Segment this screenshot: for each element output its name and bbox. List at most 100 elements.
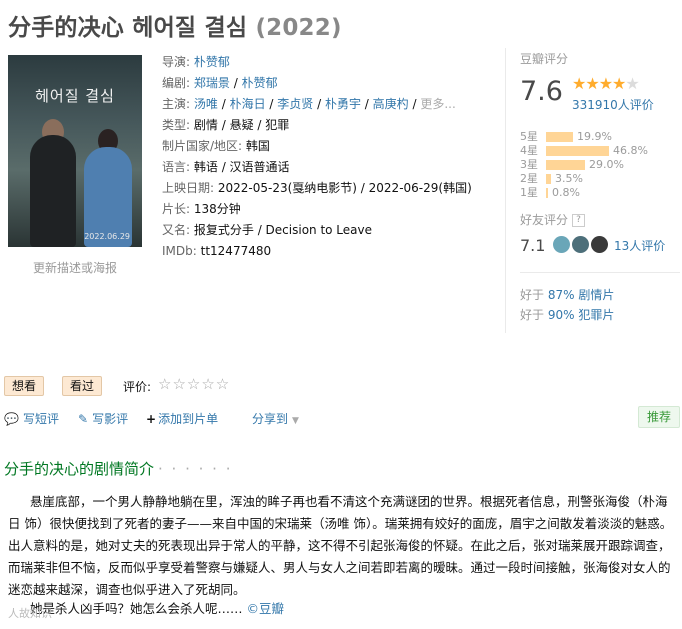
cast-link[interactable]: 汤唯: [194, 97, 218, 111]
summary-title: 分手的决心的剧情简介: [4, 460, 155, 478]
rating-bar-row: 3星 29.0%: [520, 158, 680, 172]
info-imdb: IMDb: tt12477480: [162, 241, 494, 262]
imdb-label: IMDb:: [162, 244, 197, 258]
rating-bar-label: 2星: [520, 172, 538, 185]
better-percent-link[interactable]: 87%: [548, 288, 575, 302]
short-review-label: 写短评: [22, 412, 59, 426]
info-cast: 主演: 汤唯 / 朴海日 / 李贞贤 / 朴勇宇 / 高庚杓 / 更多...: [162, 97, 456, 111]
update-poster-link[interactable]: 更新描述或海报: [33, 259, 117, 276]
friends-score-line: 7.1 13人评价: [520, 234, 680, 262]
summary-end-text: 她是杀人凶手吗？她怎么会杀人呢……: [30, 601, 243, 616]
cast-more-link[interactable]: 更多...: [420, 97, 455, 111]
info-language: 语言: 韩语 / 汉语普通话: [162, 157, 494, 178]
poster-figure: [30, 135, 76, 247]
rating-bar: [546, 174, 551, 184]
star-full-icon: ★: [598, 74, 613, 93]
recommend-button[interactable]: 推荐: [637, 406, 680, 428]
info-release: 上映日期: 2022-05-23(戛纳电影节) / 2022-06-29(韩国): [162, 178, 494, 199]
vertical-divider: [505, 48, 506, 333]
help-icon[interactable]: ?: [572, 214, 586, 227]
rating-bar-label: 1星: [520, 186, 538, 199]
writer-label: 编剧:: [162, 76, 191, 90]
info-director: 导演: 朴赞郁: [162, 52, 494, 73]
rating-bar: [546, 160, 585, 170]
imdb-value: tt12477480: [200, 244, 272, 258]
douban-source-link[interactable]: ©豆瓣: [247, 601, 285, 616]
add-to-list-button[interactable]: + 添加到片单: [146, 409, 218, 429]
info-runtime: 片长: 138分钟: [162, 199, 494, 220]
star-full-icon: ★: [572, 74, 586, 93]
friends-rating-title: 好友评分: [520, 213, 569, 227]
avatar[interactable]: [572, 236, 589, 253]
writer-link[interactable]: 郑瑞景: [194, 76, 230, 90]
rating-panel: 豆瓣评分 7.6 ★★★★★ 331910人评价 5星 19.9% 4星 46.8% 3…: [520, 50, 680, 200]
better-prefix: 好于: [520, 308, 545, 322]
poster-title: 헤어질 결심: [35, 87, 115, 105]
watched-button[interactable]: 看过: [62, 376, 103, 396]
better-genre-link[interactable]: 犯罪片: [578, 308, 614, 322]
genre-label: 类型:: [162, 118, 191, 132]
genre-value: 犯罪: [265, 118, 290, 132]
info-genre: 类型: 剧情 / 悬疑 / 犯罪: [162, 118, 290, 132]
avatar[interactable]: [591, 236, 608, 253]
rating-bar-percent: 46.8%: [613, 144, 648, 157]
watermark: 人故知识: [8, 607, 52, 620]
poster-image[interactable]: 헤어질 결심 2022.06.29: [8, 55, 142, 247]
director-link[interactable]: 朴赞郁: [194, 55, 230, 69]
friends-votes-link[interactable]: 13人评价: [614, 237, 665, 254]
info-aka: 又名: 报复式分手 / Decision to Leave: [162, 220, 494, 241]
better-than-genre: 好于 90% 犯罪片: [520, 306, 614, 323]
country-label: 制片国家/地区:: [162, 139, 243, 153]
friends-rating-label: 好友评分?: [520, 211, 680, 229]
rate-stars-input[interactable]: ☆☆☆☆☆: [158, 375, 230, 393]
cast-link[interactable]: 高庚杓: [373, 97, 409, 111]
writer-link[interactable]: 朴赞郁: [242, 76, 278, 90]
plus-icon: +: [146, 412, 157, 426]
release-label: 上映日期:: [162, 181, 215, 195]
summary-text: 悬崖底部，一个男人静静地躺在里，浑浊的眸子再也看不清这个充满谜团的世界。根据死者…: [8, 494, 673, 597]
better-than-genre: 好于 87% 剧情片: [520, 286, 614, 303]
rating-score-line: 7.6 ★★★★★ 331910人评价: [520, 74, 680, 120]
rate-label: 评价:: [123, 380, 152, 394]
info-country: 制片国家/地区: 韩国: [162, 136, 494, 157]
share-label: 分享到: [252, 412, 289, 426]
aka-label: 又名:: [162, 223, 191, 237]
rating-label: 豆瓣评分: [520, 52, 569, 66]
better-percent-link[interactable]: 90%: [548, 308, 575, 322]
cast-link[interactable]: 朴勇宇: [325, 97, 361, 111]
summary-dots: · · · · · ·: [158, 460, 233, 478]
rating-bar: [546, 146, 609, 156]
rating-distribution: 5星 19.9% 4星 46.8% 3星 29.0% 2星 3.5% 1星 0.8%: [520, 130, 680, 200]
review-label: 写影评: [92, 412, 129, 426]
divider: [520, 272, 680, 273]
better-genre-link[interactable]: 剧情片: [578, 288, 614, 302]
country-value: 韩国: [245, 139, 270, 153]
avatar[interactable]: [553, 236, 570, 253]
write-short-review-button[interactable]: 💬 写短评: [4, 409, 59, 429]
rating-bar-percent: 3.5%: [555, 172, 583, 185]
rating-bar: [546, 188, 548, 198]
write-review-button[interactable]: ✎ 写影评: [78, 409, 128, 429]
star-full-icon: ★: [585, 74, 599, 93]
cast-link[interactable]: 李贞贤: [277, 97, 313, 111]
rating-bar-row: 5星 19.9%: [520, 130, 680, 144]
runtime-label: 片长:: [162, 202, 191, 216]
share-dropdown[interactable]: 分享到 ▼: [252, 409, 299, 431]
movie-year: (2022): [255, 15, 342, 41]
summary-heading: 分手的决心的剧情简介 · · · · · ·: [4, 458, 232, 479]
info-writers: 编剧: 郑瑞景 / 朴赞郁: [162, 76, 278, 90]
rating-bar-row: 2星 3.5%: [520, 172, 680, 186]
want-to-watch-button[interactable]: 想看: [4, 376, 45, 396]
star-empty-icon: ★: [625, 74, 639, 93]
release-value: 2022-05-23(戛纳电影节) / 2022-06-29(韩国): [217, 181, 472, 195]
genre-value: 悬疑: [229, 118, 254, 132]
toolbar: 💬 写短评 ✎ 写影评 + 添加到片单 分享到 ▼ 推荐: [4, 406, 682, 431]
movie-title: 分手的决心 헤어질 결심: [8, 15, 248, 41]
rating-bar-row: 1星 0.8%: [520, 186, 680, 200]
friends-rating: 好友评分? 7.1 13人评价: [520, 211, 680, 262]
rating-bar-row: 4星 46.8%: [520, 144, 680, 158]
rating-votes-link[interactable]: 331910人评价: [572, 96, 654, 113]
page-title: 分手的决心 헤어질 결심 (2022): [8, 8, 342, 42]
director-label: 导演:: [162, 55, 191, 69]
cast-link[interactable]: 朴海日: [230, 97, 266, 111]
